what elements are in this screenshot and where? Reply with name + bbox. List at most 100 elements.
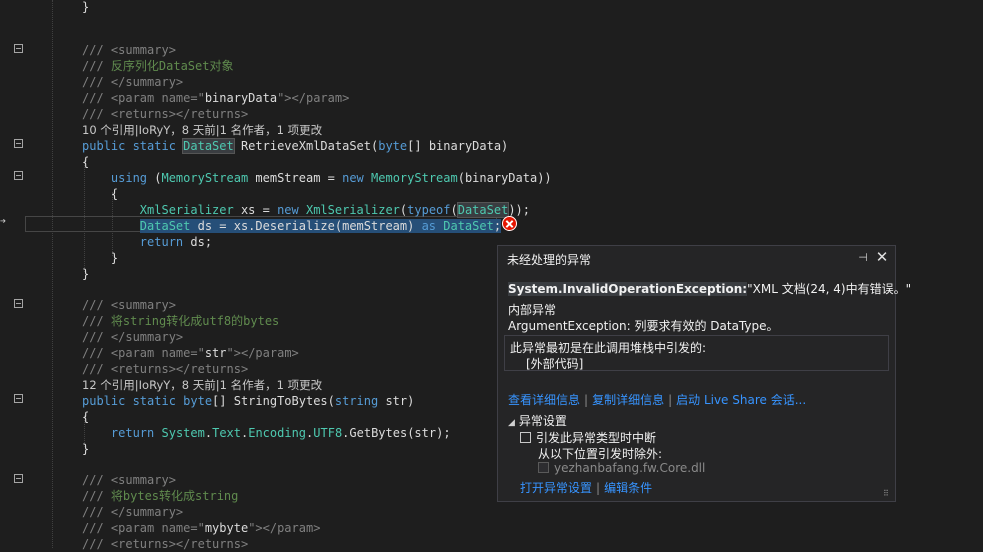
code-token: /// <param name=": [82, 346, 205, 360]
view-details-link[interactable]: 查看详细信息: [508, 393, 580, 407]
code-token: ///: [82, 314, 111, 328]
code-line[interactable]: DataSet ds = xs.Deserialize(memStream) a…: [82, 218, 502, 234]
code-line[interactable]: /// <summary>: [82, 297, 176, 313]
fold-toggle-icon[interactable]: [14, 44, 23, 53]
code-line[interactable]: public static DataSet RetrieveXmlDataSet…: [82, 138, 508, 154]
code-token: System: [161, 426, 205, 440]
popup-title-bar: 未经处理的异常 ⊣ ✕: [498, 246, 895, 270]
settings-links: 打开异常设置 | 编辑条件: [520, 479, 652, 496]
break-when-thrown-checkbox[interactable]: [520, 432, 531, 443]
fold-toggle-icon[interactable]: [14, 299, 23, 308]
exception-helper-popup: 未经处理的异常 ⊣ ✕ System.InvalidOperationExcep…: [497, 245, 911, 502]
code-token: str): [378, 394, 415, 408]
current-statement-marker-icon: ➔: [0, 216, 7, 227]
link-separator: |: [668, 393, 673, 407]
code-token: mybyte: [204, 521, 249, 535]
code-token: 反序列化DataSet对象: [110, 59, 234, 73]
module-exclusion-row: yezhanbafang.fw.Core.dll: [538, 461, 705, 475]
close-icon[interactable]: ✕: [875, 250, 889, 265]
fold-toggle-icon[interactable]: [14, 139, 23, 148]
fold-toggle-icon[interactable]: [14, 474, 23, 483]
code-line[interactable]: using (MemoryStream memStream = new Memo…: [82, 170, 552, 186]
code-token: Encoding: [248, 426, 307, 440]
pin-icon[interactable]: ⊣: [857, 252, 869, 264]
call-stack-item[interactable]: [外部代码]: [526, 355, 583, 372]
live-share-link[interactable]: 启动 Live Share 会话...: [676, 393, 806, 407]
code-token: }: [82, 267, 90, 281]
code-line[interactable]: /// 将string转化成utf8的bytes: [82, 313, 279, 329]
fold-toggle-icon[interactable]: [14, 394, 23, 403]
break-when-thrown-row[interactable]: 引发此异常类型时中断: [520, 429, 656, 446]
code-token: DataSet: [443, 219, 494, 233]
link-separator: |: [596, 481, 601, 495]
code-line[interactable]: {: [82, 186, 118, 202]
edit-conditions-link[interactable]: 编辑条件: [604, 481, 652, 495]
code-line[interactable]: }: [82, 250, 118, 266]
code-token: (binaryData)): [457, 171, 552, 185]
open-exception-settings-link[interactable]: 打开异常设置: [520, 481, 592, 495]
exception-summary: System.InvalidOperationException:"XML 文档…: [508, 280, 911, 297]
exception-settings-header[interactable]: ◢ 异常设置: [508, 412, 567, 429]
code-line[interactable]: }: [82, 441, 89, 457]
code-line[interactable]: /// 反序列化DataSet对象: [82, 58, 233, 74]
code-token: ///: [82, 59, 111, 73]
code-line[interactable]: /// </summary>: [82, 74, 183, 90]
code-line[interactable]: /// <param name="binaryData"></param>: [82, 90, 349, 106]
code-token: /// <summary>: [82, 298, 176, 312]
code-line[interactable]: 10 个引用|IoRyY，8 天前|1 名作者，1 项更改: [82, 122, 322, 138]
code-token: [] binaryData): [407, 139, 509, 153]
code-line[interactable]: /// <returns></returns>: [82, 361, 248, 377]
detail-links: 查看详细信息 | 复制详细信息 | 启动 Live Share 会话...: [508, 391, 806, 408]
code-token: DataSet: [182, 138, 235, 154]
collapse-triangle-icon[interactable]: ◢: [508, 418, 515, 428]
code-token: /// <summary>: [82, 473, 176, 487]
code-token: }: [82, 251, 119, 265]
code-line[interactable]: /// </summary>: [82, 504, 183, 520]
code-token: MemoryStream: [371, 171, 458, 185]
code-line[interactable]: /// <param name="str"></param>: [82, 345, 299, 361]
code-token: xs =: [233, 203, 278, 217]
code-line[interactable]: 12 个引用|IoRyY，8 天前|1 名作者，1 项更改: [82, 377, 322, 393]
code-token: (: [147, 171, 162, 185]
code-token: str: [204, 346, 227, 360]
code-token: XmlSerializer: [139, 203, 234, 217]
code-line[interactable]: XmlSerializer xs = new XmlSerializer (typ…: [82, 202, 530, 218]
code-line[interactable]: /// <summary>: [82, 472, 176, 488]
code-line[interactable]: return System.Text.Encoding.UTF8.GetByte…: [82, 425, 451, 441]
code-token: new: [277, 203, 306, 217]
code-token: memStream =: [248, 171, 343, 185]
code-token: }: [82, 442, 90, 456]
code-line[interactable]: /// <returns></returns>: [82, 106, 248, 122]
code-token: {: [82, 187, 119, 201]
code-line[interactable]: public static byte[] StringToBytes(strin…: [82, 393, 414, 409]
code-token: return: [110, 426, 155, 440]
code-line[interactable]: {: [82, 154, 89, 170]
code-line[interactable]: /// 将bytes转化成string: [82, 488, 238, 504]
code-token: RetrieveXmlDataSet(: [233, 139, 379, 153]
code-line[interactable]: /// <summary>: [82, 42, 176, 58]
copy-details-link[interactable]: 复制详细信息: [592, 393, 664, 407]
code-token: MemoryStream: [161, 171, 249, 185]
code-line[interactable]: /// </summary>: [82, 329, 183, 345]
code-line[interactable]: /// <returns></returns>: [82, 536, 248, 552]
code-line[interactable]: /// <param name="mybyte"></param>: [82, 520, 320, 536]
code-token: /// <param name=": [82, 521, 205, 535]
code-line[interactable]: }: [82, 266, 89, 282]
code-token: {: [82, 410, 90, 424]
except-when-from-label: 从以下位置引发时除外:: [538, 447, 663, 461]
code-line[interactable]: return ds;: [82, 234, 212, 250]
code-token: "></param>: [277, 91, 350, 105]
code-token: "></param>: [248, 521, 321, 535]
code-token: as: [421, 219, 437, 233]
code-line[interactable]: }: [82, 0, 89, 15]
resize-grip-icon[interactable]: ⠿: [883, 489, 892, 498]
fold-toggle-icon[interactable]: [14, 171, 23, 180]
code-token: 将string转化成utf8的bytes: [110, 314, 280, 328]
code-token: [] StringToBytes(: [212, 394, 335, 408]
error-icon[interactable]: [502, 216, 517, 231]
code-line[interactable]: {: [82, 409, 89, 425]
code-token: ));: [508, 203, 530, 217]
